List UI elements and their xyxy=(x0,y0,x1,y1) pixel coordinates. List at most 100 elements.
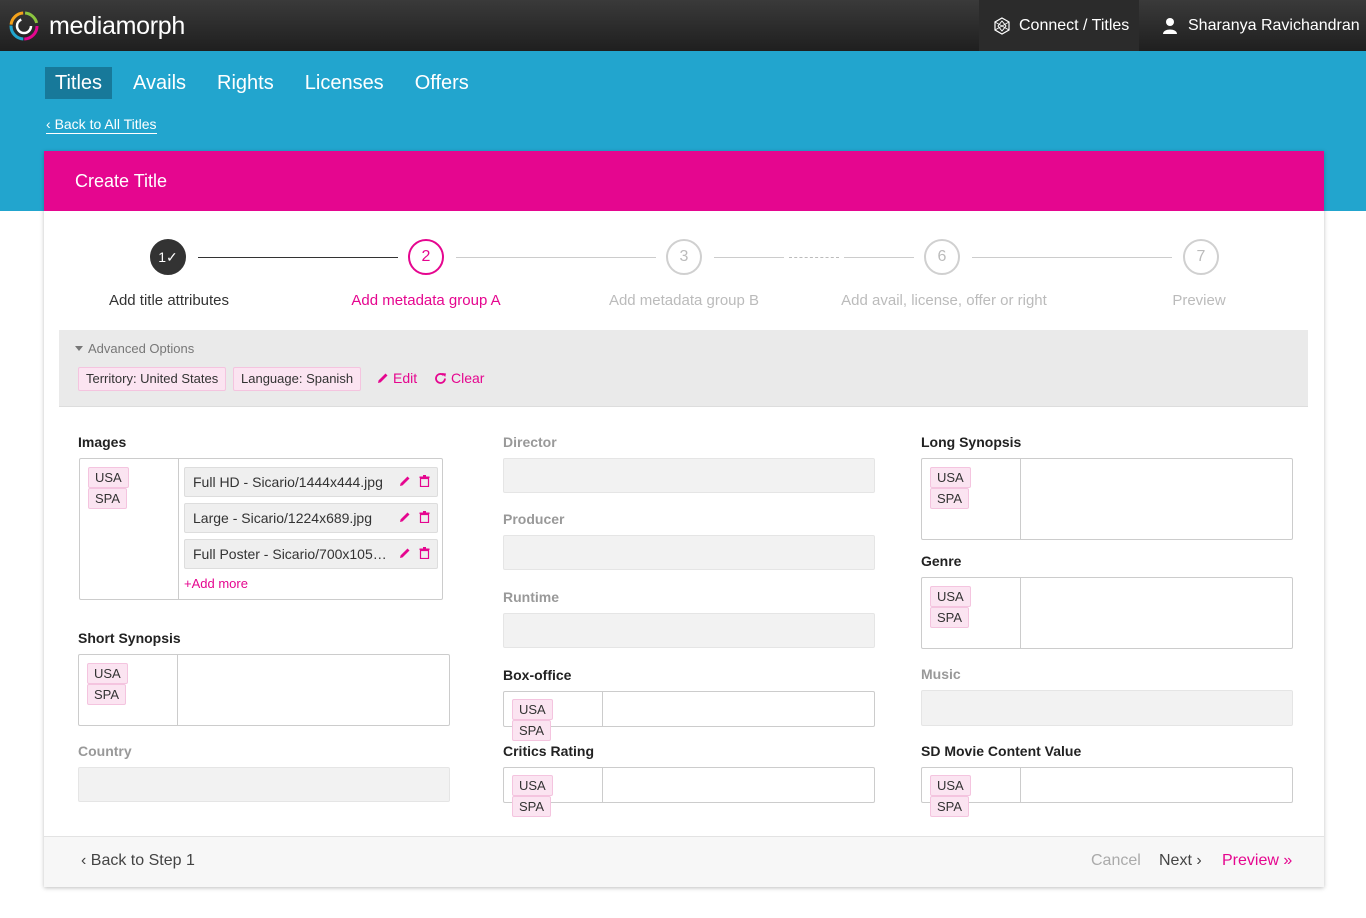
producer-label: Producer xyxy=(503,511,565,527)
territory-chip: Territory: United States xyxy=(78,367,227,391)
user-menu[interactable]: Sharanya Ravichandran xyxy=(1140,0,1366,51)
spa-tag[interactable]: SPA xyxy=(930,488,970,509)
add-more-images-link[interactable]: +Add more xyxy=(184,576,248,591)
spa-tag[interactable]: SPA xyxy=(930,796,970,817)
producer-field xyxy=(503,535,875,570)
app-name: mediamorph xyxy=(49,11,185,40)
locale-tags: USASPA xyxy=(504,692,603,741)
step-3-circle[interactable]: 3 xyxy=(666,239,702,275)
nav-item-avails[interactable]: Avails xyxy=(123,67,196,99)
image-file-row[interactable]: Full Poster - Sicario/700x1050.jpg xyxy=(184,539,438,569)
language-chip: Language: Spanish xyxy=(233,367,362,391)
step-connector xyxy=(972,257,1172,258)
nav-item-titles[interactable]: Titles xyxy=(45,67,113,99)
step-2-circle[interactable]: 2 xyxy=(408,239,444,275)
box-office-field[interactable]: USASPA xyxy=(503,691,875,741)
step-connector xyxy=(714,257,784,258)
chevron-left-icon: ‹ xyxy=(81,852,91,869)
spa-tag[interactable]: SPA xyxy=(88,488,128,509)
step-6-circle[interactable]: 6 xyxy=(924,239,960,275)
image-file-name: Large - Sicario/1224x689.jpg xyxy=(193,510,373,526)
pencil-icon[interactable] xyxy=(399,475,411,487)
top-bar: mediamorph Connect / Titles Sharanya Rav… xyxy=(0,0,1366,51)
music-label: Music xyxy=(921,666,961,682)
spa-tag[interactable]: SPA xyxy=(87,684,127,705)
pencil-icon[interactable] xyxy=(399,511,411,523)
usa-tag[interactable]: USA xyxy=(87,663,128,684)
create-title-card: Create Title 1✓ 2 3 6 7 Add title attrib… xyxy=(44,151,1324,887)
usa-tag[interactable]: USA xyxy=(88,467,129,488)
director-field xyxy=(503,458,875,493)
locale-tags: USASPA xyxy=(922,768,1021,817)
connect-icon xyxy=(994,16,1010,35)
usa-tag[interactable]: USA xyxy=(930,586,971,607)
next-button[interactable]: Next › xyxy=(1159,852,1202,870)
short-synopsis-label: Short Synopsis xyxy=(78,630,181,646)
locale-tags: USASPA xyxy=(80,459,179,599)
step-3-label: Add metadata group B xyxy=(608,292,760,309)
critics-rating-field[interactable]: USASPA xyxy=(503,767,875,817)
image-file-row[interactable]: Large - Sicario/1224x689.jpg xyxy=(184,503,438,533)
user-icon xyxy=(1163,18,1177,34)
step-1-number: 1 xyxy=(158,249,167,265)
genre-field[interactable]: USASPA xyxy=(921,577,1293,649)
usa-tag[interactable]: USA xyxy=(930,467,971,488)
pencil-icon[interactable] xyxy=(399,547,411,559)
trash-icon[interactable] xyxy=(419,511,430,523)
images-label: Images xyxy=(78,434,127,450)
cancel-button[interactable]: Cancel xyxy=(1091,852,1141,870)
step-connector xyxy=(456,257,656,258)
clear-button[interactable]: Clear xyxy=(434,370,484,386)
country-field xyxy=(78,767,450,802)
pencil-icon xyxy=(378,373,388,383)
back-to-step-label: Back to Step 1 xyxy=(90,852,195,869)
box-office-label: Box-office xyxy=(503,667,572,683)
nav-item-rights[interactable]: Rights xyxy=(207,67,284,99)
trash-icon[interactable] xyxy=(419,475,430,487)
page-title: Create Title xyxy=(44,151,1324,211)
main-nav: Titles Avails Rights Licenses Offers xyxy=(45,67,490,99)
back-to-all-titles-link[interactable]: ‹ Back to All Titles xyxy=(46,116,157,134)
logo[interactable]: mediamorph xyxy=(8,10,185,42)
spa-tag[interactable]: SPA xyxy=(930,607,970,628)
advanced-options-title: Advanced Options xyxy=(88,341,195,356)
trash-icon[interactable] xyxy=(419,547,430,559)
locale-tags: USASPA xyxy=(79,655,178,725)
chevron-right-icon: › xyxy=(1191,852,1202,869)
preview-button[interactable]: Preview » xyxy=(1222,852,1292,870)
refresh-icon xyxy=(435,372,446,384)
connect-titles-button[interactable]: Connect / Titles xyxy=(979,0,1139,51)
image-file-name: Full HD - Sicario/1444x444.jpg xyxy=(193,474,383,490)
image-file-row[interactable]: Full HD - Sicario/1444x444.jpg xyxy=(184,467,438,497)
usa-tag[interactable]: USA xyxy=(512,699,553,720)
sd-movie-content-value-field[interactable]: USASPA xyxy=(921,767,1293,817)
short-synopsis-field[interactable]: USASPA xyxy=(78,654,450,726)
user-name: Sharanya Ravichandran xyxy=(1188,16,1360,34)
genre-label: Genre xyxy=(921,553,962,569)
spa-tag[interactable]: SPA xyxy=(512,720,552,741)
usa-tag[interactable]: USA xyxy=(512,775,553,796)
usa-tag[interactable]: USA xyxy=(930,775,971,796)
step-6-label: Add avail, license, offer or right xyxy=(841,292,1047,309)
clear-label: Clear xyxy=(451,370,485,386)
spa-tag[interactable]: SPA xyxy=(512,796,552,817)
locale-tags: USASPA xyxy=(922,459,1021,539)
long-synopsis-label: Long Synopsis xyxy=(921,434,1022,450)
step-connector xyxy=(844,257,914,258)
step-1-circle[interactable]: 1✓ xyxy=(150,239,186,275)
advanced-options-toggle[interactable]: Advanced Options xyxy=(75,341,194,356)
back-to-all-titles-label: Back to All Titles xyxy=(54,116,157,132)
nav-item-offers[interactable]: Offers xyxy=(405,67,479,99)
wizard-footer: ‹ Back to Step 1 Cancel Next › Preview » xyxy=(44,836,1324,887)
long-synopsis-field[interactable]: USASPA xyxy=(921,458,1293,540)
back-to-step-button[interactable]: ‹ Back to Step 1 xyxy=(81,852,195,870)
nav-item-licenses[interactable]: Licenses xyxy=(295,67,394,99)
critics-rating-label: Critics Rating xyxy=(503,743,595,759)
step-1-label: Add title attributes xyxy=(108,292,230,309)
preview-label: Preview xyxy=(1222,852,1279,869)
step-2-label: Add metadata group A xyxy=(351,292,501,309)
step-connector-dashed xyxy=(789,257,839,258)
step-7-circle[interactable]: 7 xyxy=(1183,239,1219,275)
stepper: 1✓ 2 3 6 7 Add title attributes Add meta… xyxy=(44,211,1324,331)
edit-button[interactable]: Edit xyxy=(377,370,417,386)
